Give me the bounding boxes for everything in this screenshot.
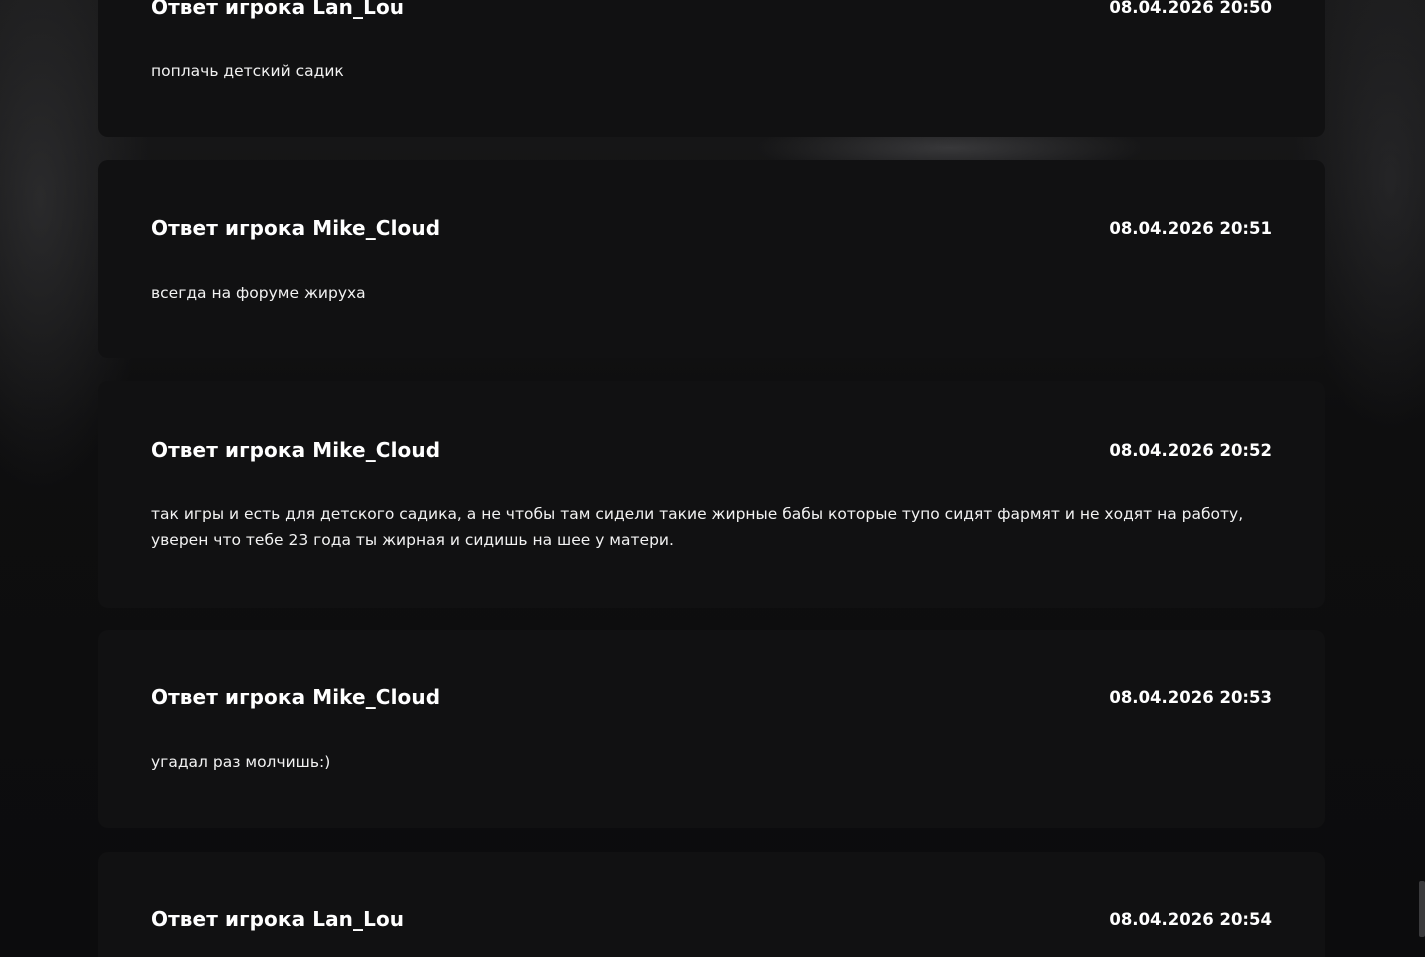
- scrollbar-thumb[interactable]: [1419, 881, 1425, 937]
- reply-timestamp: 08.04.2026 20:53: [1109, 687, 1272, 707]
- reply-timestamp: 08.04.2026 20:50: [1109, 0, 1272, 17]
- reply-card: Ответ игрока Lan_Lou 08.04.2026 20:54: [98, 852, 1325, 957]
- reply-text-line: так игры и есть для детского садика, а н…: [151, 505, 1244, 523]
- reply-header: Ответ игрока Lan_Lou 08.04.2026 20:50: [151, 0, 1272, 22]
- reply-author[interactable]: Ответ игрока Mike_Cloud: [151, 685, 440, 709]
- reply-timestamp: 08.04.2026 20:54: [1109, 909, 1272, 929]
- reply-header: Ответ игрока Lan_Lou 08.04.2026 20:54: [151, 904, 1272, 934]
- reply-text-line: уверен что тебе 23 года ты жирная и сиди…: [151, 531, 674, 549]
- reply-text: так игры и есть для детского садика, а н…: [151, 501, 1272, 553]
- reply-author[interactable]: Ответ игрока Mike_Cloud: [151, 438, 440, 462]
- reply-author[interactable]: Ответ игрока Mike_Cloud: [151, 216, 440, 240]
- reply-card: Ответ игрока Mike_Cloud 08.04.2026 20:51…: [98, 160, 1325, 358]
- reply-header: Ответ игрока Mike_Cloud 08.04.2026 20:51: [151, 213, 1272, 243]
- reply-text: поплачь детский садик: [151, 62, 344, 80]
- reply-timestamp: 08.04.2026 20:52: [1109, 440, 1272, 460]
- reply-text: угадал раз молчишь:): [151, 753, 331, 771]
- reply-author[interactable]: Ответ игрока Lan_Lou: [151, 0, 404, 19]
- reply-header: Ответ игрока Mike_Cloud 08.04.2026 20:52: [151, 435, 1272, 465]
- scrollbar[interactable]: [1419, 0, 1425, 957]
- reply-timestamp: 08.04.2026 20:51: [1109, 218, 1272, 238]
- replies-feed: Ответ игрока Lan_Lou 08.04.2026 20:50 по…: [0, 0, 1425, 957]
- reply-card: Ответ игрока Mike_Cloud 08.04.2026 20:53…: [98, 630, 1325, 828]
- reply-text: всегда на форуме жируха: [151, 284, 366, 302]
- reply-header: Ответ игрока Mike_Cloud 08.04.2026 20:53: [151, 682, 1272, 712]
- reply-card: Ответ игрока Lan_Lou 08.04.2026 20:50 по…: [98, 0, 1325, 137]
- reply-card: Ответ игрока Mike_Cloud 08.04.2026 20:52…: [98, 381, 1325, 608]
- reply-author[interactable]: Ответ игрока Lan_Lou: [151, 907, 404, 931]
